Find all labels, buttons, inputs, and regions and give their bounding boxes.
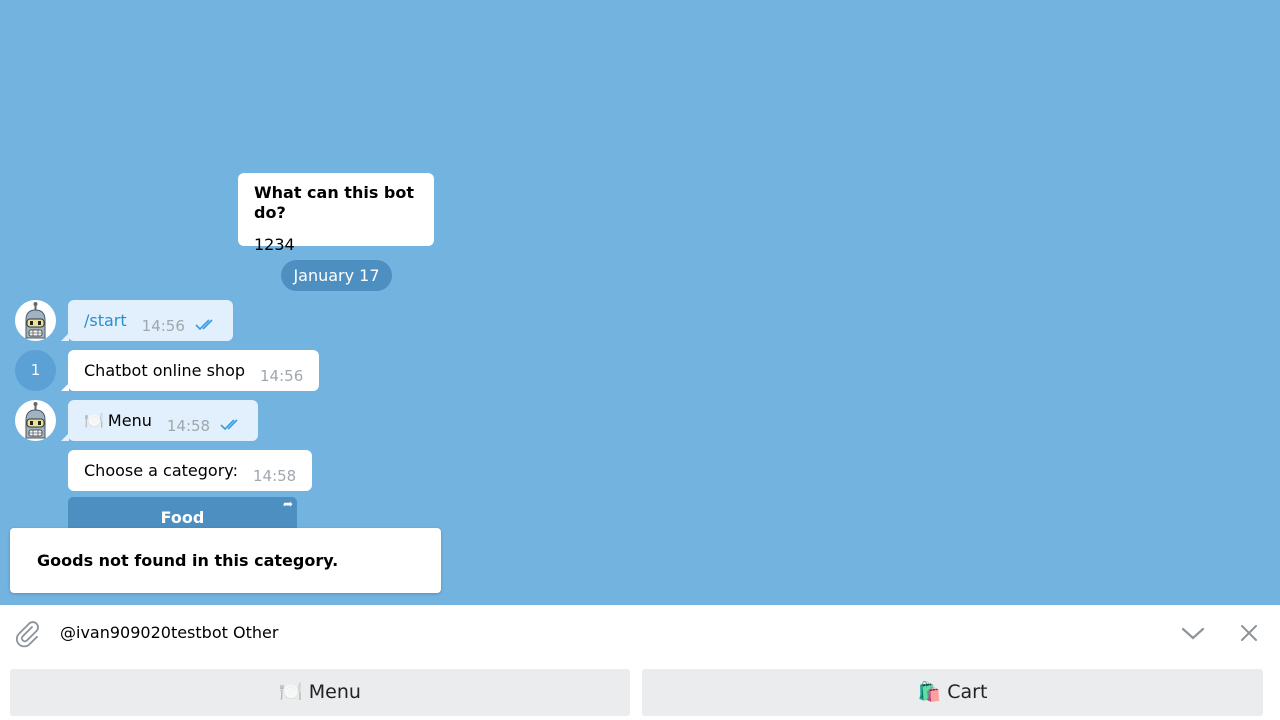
message-text: Choose a category:	[84, 460, 238, 480]
reply-keyboard-menu-button[interactable]: 🍽️ Menu	[10, 669, 630, 716]
message-text[interactable]: /start	[84, 311, 127, 331]
message-input[interactable]	[60, 620, 1160, 644]
message-time: 14:58	[252, 466, 297, 485]
user-avatar[interactable]	[15, 400, 56, 441]
cart-button-label: Cart	[947, 681, 988, 703]
menu-button-label: Menu	[308, 681, 361, 703]
toast-notification: Goods not found in this category.	[10, 528, 441, 593]
close-icon[interactable]	[1239, 623, 1259, 643]
chevron-down-icon[interactable]	[1180, 624, 1206, 644]
message-text: Chatbot online shop	[84, 360, 246, 380]
double-check-icon	[220, 416, 242, 435]
message-time: 14:56	[260, 366, 304, 385]
paperclip-icon[interactable]	[12, 618, 42, 648]
message-bubble[interactable]: Chatbot online shop 14:56	[60, 350, 320, 391]
message-time: 14:56	[141, 316, 185, 335]
chat-history[interactable]: What can this bot do? 1234 January 17 /s…	[0, 0, 1280, 605]
inline-button-label: Food	[160, 508, 205, 527]
date-divider: January 17	[281, 260, 392, 291]
user-avatar[interactable]	[15, 300, 56, 341]
share-icon: ➦	[282, 497, 293, 511]
double-check-icon	[195, 316, 217, 335]
reply-keyboard-cart-button[interactable]: 🛍️ Cart	[642, 669, 1263, 716]
message-bubble[interactable]: /start 14:56	[61, 300, 233, 341]
message-bubble[interactable]: 🍽️ Menu 14:58	[60, 400, 259, 441]
toast-text: Goods not found in this category.	[37, 551, 339, 570]
plate-icon: 🍽️	[84, 410, 104, 430]
message-bubble[interactable]: Choose a category: 14:58	[68, 450, 313, 491]
message-text: Menu	[107, 410, 152, 430]
message-time: 14:58	[166, 416, 211, 435]
shopping-bags-icon: 🛍️	[917, 681, 942, 703]
bot-description-card: What can this bot do? 1234	[238, 173, 434, 254]
bot-avatar[interactable]: 1	[15, 350, 56, 391]
bot-description-text: 1234	[254, 235, 295, 254]
bot-description-title: What can this bot do?	[254, 183, 415, 222]
plate-icon: 🍽️	[279, 681, 303, 703]
